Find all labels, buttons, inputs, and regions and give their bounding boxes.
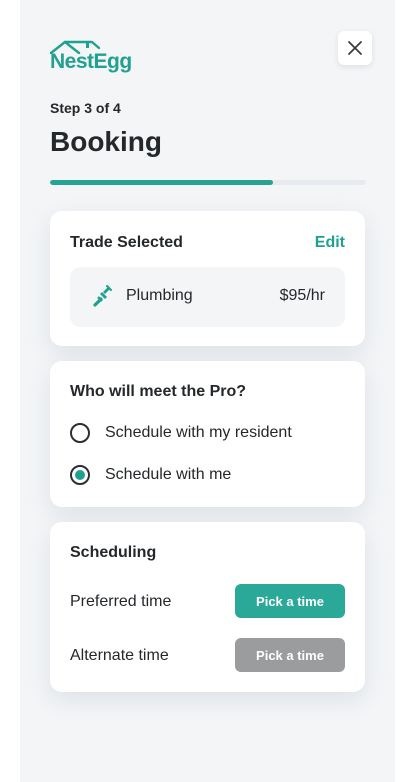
edit-trade-link[interactable]: Edit [315,234,345,252]
pick-alternate-time-button[interactable]: Pick a time [235,638,345,672]
pick-preferred-time-button[interactable]: Pick a time [235,584,345,618]
scheduling-card-title: Scheduling [70,544,157,561]
close-icon [348,41,362,55]
trade-card-title: Trade Selected [70,234,183,251]
option-label: Schedule with me [105,466,232,483]
plumbing-icon [92,285,112,312]
option-schedule-with-me[interactable]: Schedule with me [70,463,345,487]
trade-name: Plumbing [126,287,193,304]
logo-text: NestEgg [50,50,132,73]
radio-button[interactable] [70,423,90,443]
trade-price: $95/hr [279,287,325,304]
progress-fill [50,180,273,185]
nestegg-logo: NestEgg [50,40,132,74]
close-button[interactable] [338,31,372,65]
option-schedule-with-resident[interactable]: Schedule with my resident [70,421,345,445]
trade-item: Plumbing $95/hr [70,267,345,327]
option-label: Schedule with my resident [105,424,292,441]
trade-selected-card: Trade Selected Edit Plumbing $95/hr [50,211,365,346]
meet-card-title: Who will meet the Pro? [70,383,247,400]
meet-pro-card: Who will meet the Pro? Schedule with my … [50,361,365,507]
page-title: Booking [50,126,162,157]
radio-button[interactable] [70,465,90,485]
preferred-time-label: Preferred time [70,593,172,610]
alternate-time-label: Alternate time [70,647,169,664]
scheduling-card: Scheduling Preferred time Pick a time Al… [50,522,365,692]
step-indicator: Step 3 of 4 [50,100,121,116]
progress-bar [50,180,366,185]
booking-panel: NestEgg Step 3 of 4 Booking Trade Select… [20,0,395,782]
